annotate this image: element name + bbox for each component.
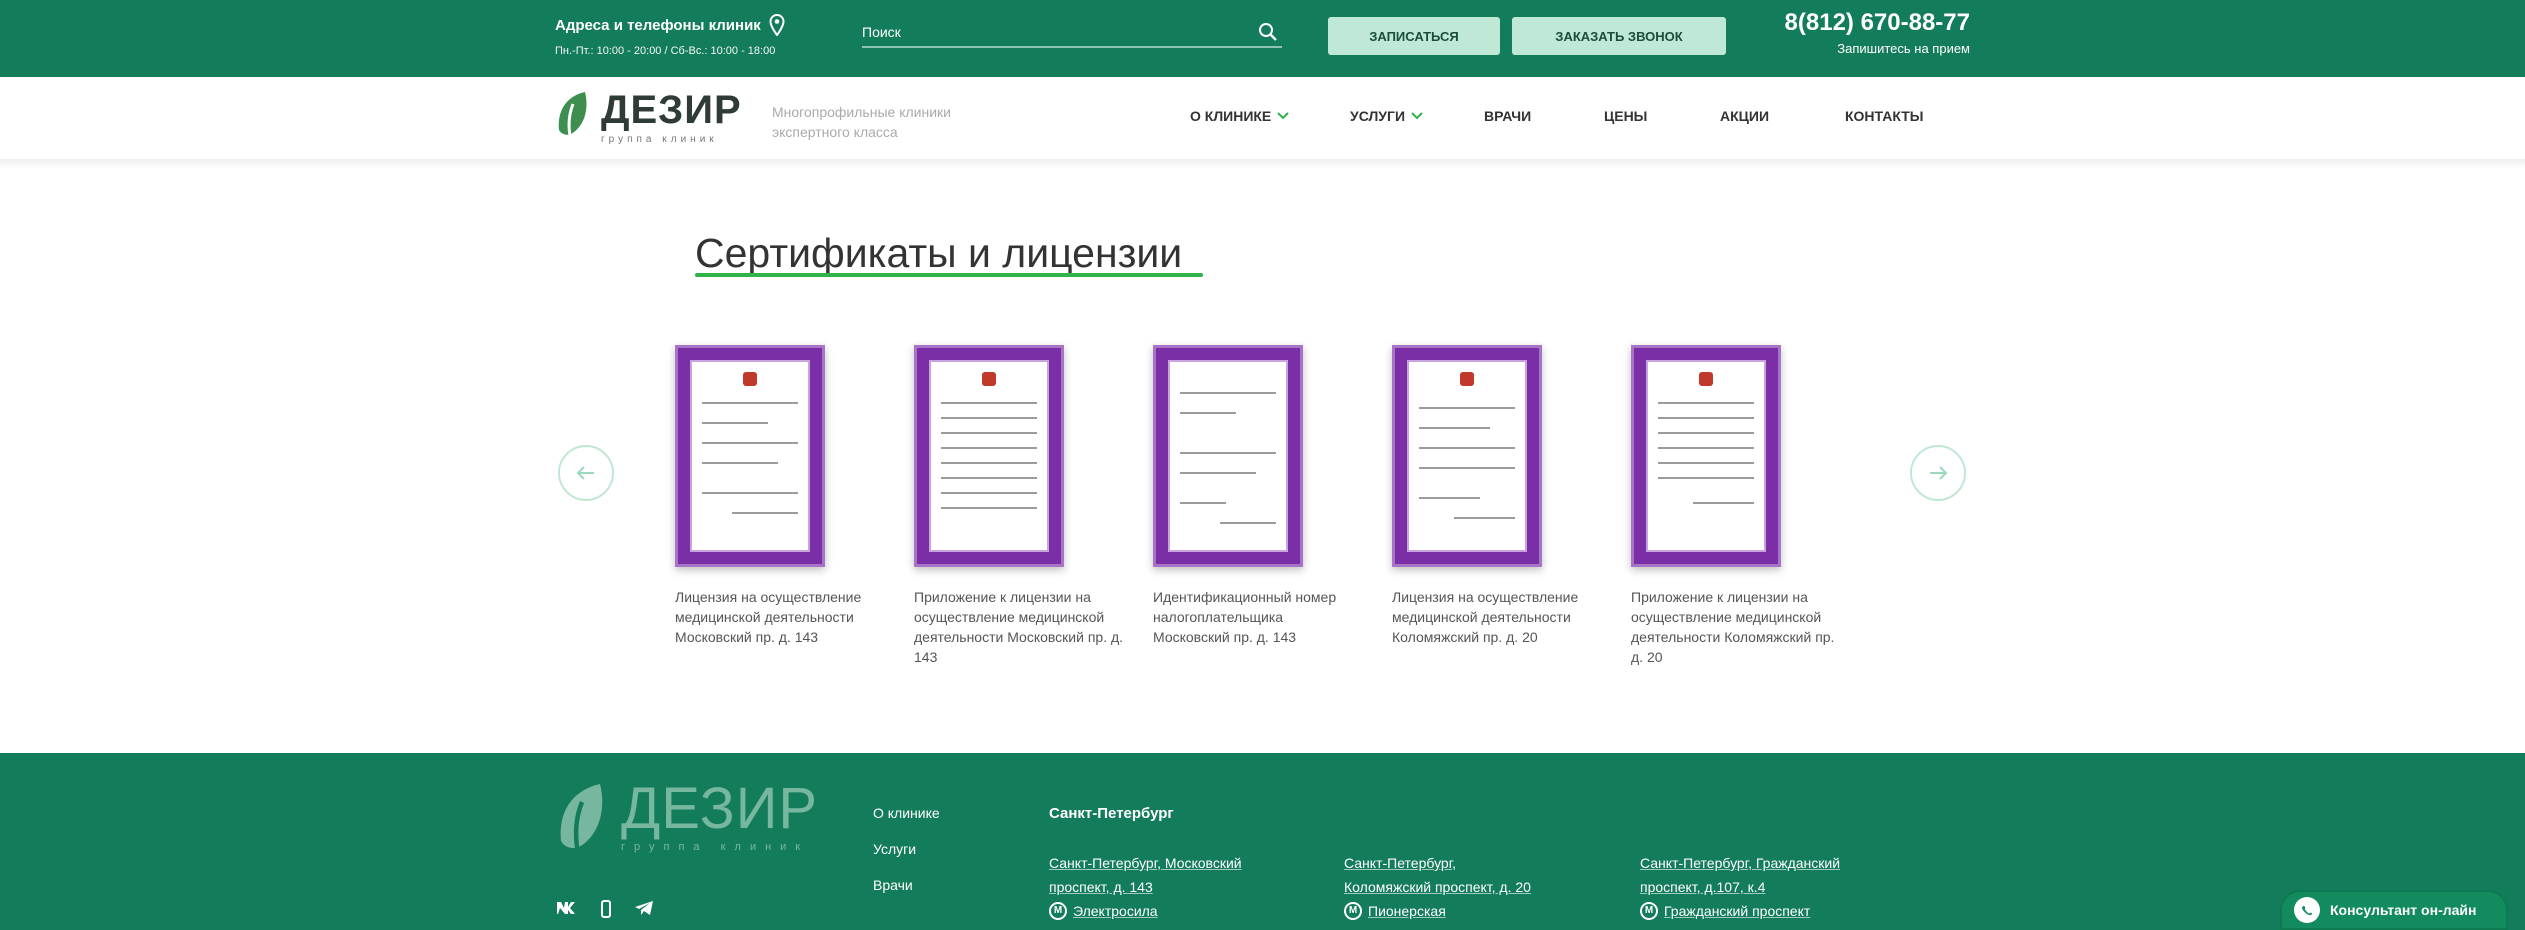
search-icon[interactable] [1258,22,1278,42]
address-title[interactable]: Адреса и телефоны клиник [555,14,785,36]
certificate-card[interactable]: Идентификационный номер налогоплательщик… [1153,345,1363,647]
footer-logo[interactable]: ДЕЗИР группа клиник [555,780,818,853]
working-hours: Пн.-Пт.: 10:00 - 20:00 / Сб-Вс.: 10:00 -… [555,45,776,57]
certificate-card[interactable]: Приложение к лицензии на осуществление м… [1631,345,1841,667]
certificate-image[interactable] [675,345,825,567]
phone-number[interactable]: 8(812) 670-88-77 [1785,9,1970,37]
vk-icon[interactable] [556,900,578,914]
address-block[interactable]: Адреса и телефоны клиник Пн.-Пт.: 10:00 … [555,14,785,57]
tagline-line-2: экспертного класса [772,124,898,140]
certificate-card[interactable]: Лицензия на осуществление медицинской де… [675,345,885,647]
top-bar: Адреса и телефоны клиник Пн.-Пт.: 10:00 … [0,0,2525,77]
carousel-prev-button[interactable] [558,445,614,501]
footer-address[interactable]: Санкт-Петербург, Гражданский проспект, д… [1640,851,1840,923]
certificate-image[interactable] [1392,345,1542,567]
metro-icon: М [1049,902,1067,920]
title-underline [695,273,1203,277]
certificate-image[interactable] [914,345,1064,567]
arrow-left-icon[interactable] [576,466,596,480]
site-logo[interactable]: ДЕЗИР группа клиник [555,90,742,145]
nav-item-doctors[interactable]: Врачи [1484,108,1531,124]
leaf-logo-icon [558,92,587,137]
search-input[interactable] [862,18,1242,46]
metro-station[interactable]: М Электросила [1049,899,1242,923]
certificate-caption[interactable]: Приложение к лицензии на осуществление м… [1631,587,1841,667]
phone-icon[interactable] [600,900,612,918]
footer-link-about[interactable]: О клинике [873,803,943,823]
address-line-2[interactable]: Коломяжский проспект, д. 20 [1344,875,1531,899]
metro-name[interactable]: Пионерская [1368,899,1446,923]
footer-logo-name[interactable]: ДЕЗИР [621,780,818,838]
chevron-down-icon[interactable] [1411,112,1423,120]
metro-name[interactable]: Электросила [1073,899,1158,923]
leaf-logo-icon [560,784,603,851]
nav-item-promotions[interactable]: Акции [1720,108,1769,124]
nav-item-label[interactable]: Акции [1720,108,1769,124]
footer: ДЕЗИР группа клиник О клинике Услуги Вра… [0,753,2525,930]
chat-label[interactable]: Консультант он-лайн [2330,902,2476,918]
nav-item-contacts[interactable]: Контакты [1845,108,1923,124]
phone-block[interactable]: 8(812) 670-88-77 Запишитесь на прием [1785,9,1970,56]
footer-link-services[interactable]: Услуги [873,839,943,859]
certificate-caption[interactable]: Приложение к лицензии на осуществление м… [914,587,1124,667]
footer-city: Санкт-Петербург [1049,805,1174,822]
nav-item-services[interactable]: Услуги [1350,108,1423,124]
logo-name[interactable]: ДЕЗИР [601,90,742,130]
address-line-2[interactable]: проспект, д.107, к.4 [1640,875,1840,899]
footer-link-doctors[interactable]: Врачи [873,875,943,895]
page-title: Сертификаты и лицензии [695,230,1183,276]
nav-item-label[interactable]: Цены [1604,108,1647,124]
carousel-next-button[interactable] [1910,445,1966,501]
telegram-icon[interactable] [634,900,654,916]
certificate-card[interactable]: Приложение к лицензии на осуществление м… [914,345,1124,667]
nav-item-about[interactable]: О клинике [1190,108,1289,124]
footer-logo-subtitle: группа клиник [621,841,810,853]
chevron-down-icon[interactable] [1277,112,1289,120]
nav-item-label[interactable]: Врачи [1484,108,1531,124]
metro-station[interactable]: М Гражданский проспект [1640,899,1840,923]
online-consultant-button[interactable]: Консультант он-лайн [2280,890,2508,930]
search-box[interactable] [862,18,1282,48]
arrow-right-icon[interactable] [1928,466,1948,480]
signup-button[interactable]: Записаться [1328,17,1500,55]
certificate-caption[interactable]: Лицензия на осуществление медицинской де… [1392,587,1602,647]
certificate-image[interactable] [1631,345,1781,567]
whatsapp-icon[interactable] [2294,897,2320,923]
social-links [556,900,654,918]
address-line-1[interactable]: Санкт-Петербург, Гражданский [1640,851,1840,875]
nav-item-label[interactable]: Услуги [1350,108,1405,124]
certificate-caption[interactable]: Лицензия на осуществление медицинской де… [675,587,885,647]
callback-button[interactable]: Заказать звонок [1512,17,1726,55]
metro-station[interactable]: М Пионерская [1344,899,1531,923]
tagline: Многопрофильные клиники экспертного клас… [772,102,951,142]
tagline-line-1: Многопрофильные клиники [772,104,951,120]
logo-subtitle: группа клиник [601,134,718,145]
nav-item-prices[interactable]: Цены [1604,108,1647,124]
metro-icon: М [1640,902,1658,920]
metro-name[interactable]: Гражданский проспект [1664,899,1810,923]
address-line-2[interactable]: проспект, д. 143 [1049,875,1242,899]
certificate-card[interactable]: Лицензия на осуществление медицинской де… [1392,345,1602,647]
header-shadow [0,159,2525,169]
address-line-1[interactable]: Санкт-Петербург, Московский [1049,851,1242,875]
nav-item-label[interactable]: О клинике [1190,108,1271,124]
certificate-caption[interactable]: Идентификационный номер налогоплательщик… [1153,587,1363,647]
nav-item-label[interactable]: Контакты [1845,108,1923,124]
footer-menu: О клинике Услуги Врачи [873,803,943,911]
certificate-image[interactable] [1153,345,1303,567]
address-line-1[interactable]: Санкт-Петербург, [1344,851,1531,875]
footer-address[interactable]: Санкт-Петербург, Коломяжский проспект, д… [1344,851,1531,923]
address-title-text[interactable]: Адреса и телефоны клиник [555,17,761,34]
footer-address[interactable]: Санкт-Петербург, Московский проспект, д.… [1049,851,1242,923]
metro-icon: М [1344,902,1362,920]
phone-subtitle[interactable]: Запишитесь на прием [1785,41,1970,56]
location-pin-icon [769,14,785,36]
